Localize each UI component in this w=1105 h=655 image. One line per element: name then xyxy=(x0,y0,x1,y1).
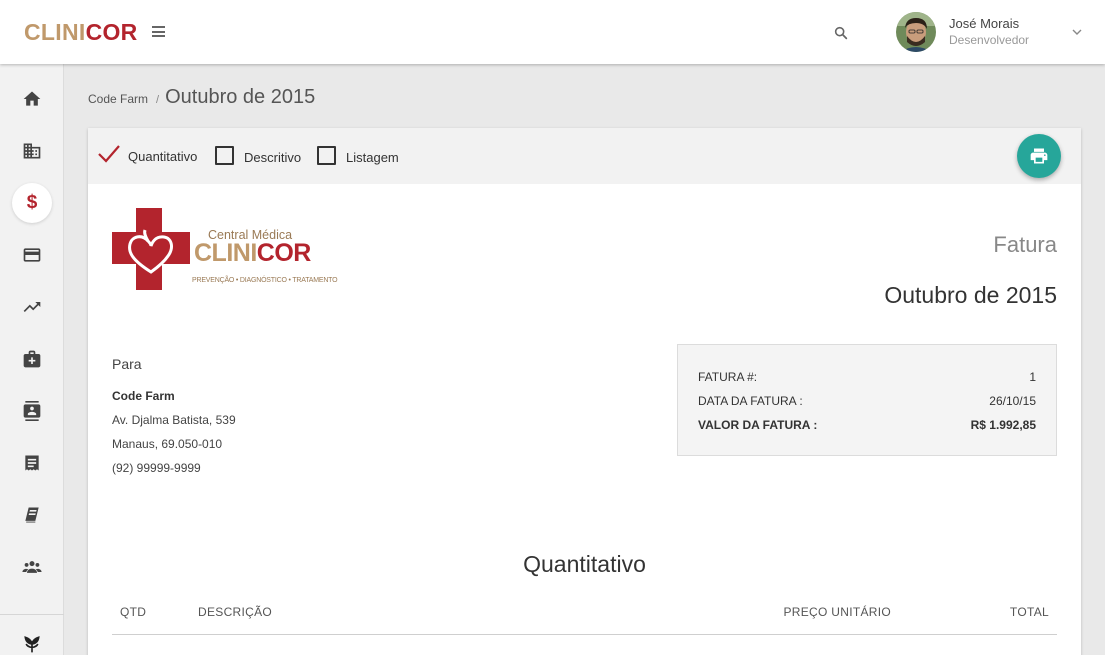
client-phone: (92) 99999-9999 xyxy=(112,461,201,475)
breadcrumb-separator: / xyxy=(156,94,160,106)
sidebar-item-home[interactable] xyxy=(12,79,52,119)
page-title: Outubro de 2015 xyxy=(165,86,316,108)
recipient-label: Para xyxy=(112,356,142,372)
print-icon xyxy=(1030,148,1048,164)
leaf-icon xyxy=(24,636,40,653)
home-icon xyxy=(23,91,41,106)
brand-logo[interactable]: CLINICOR xyxy=(24,19,138,46)
sidebar-item-buildings[interactable] xyxy=(12,131,52,171)
sidebar-item-medical[interactable] xyxy=(12,339,52,379)
summary-row-number: FATURA #: 1 xyxy=(698,370,1036,384)
dollar-icon: $ xyxy=(26,192,38,213)
building-icon xyxy=(23,143,41,159)
user-avatar[interactable] xyxy=(896,12,936,52)
logo-wordmark-part1: CLINI xyxy=(194,239,257,267)
sidebar-item-contacts[interactable] xyxy=(12,391,52,431)
logo-wordmark: CLINICOR xyxy=(194,239,311,268)
option-label: Listagem xyxy=(346,150,399,165)
summary-row-date: DATA DA FATURA : 26/10/15 xyxy=(698,394,1036,408)
sidebar-item-team[interactable] xyxy=(12,547,52,587)
summary-row-total: VALOR DA FATURA : R$ 1.992,85 xyxy=(698,418,1036,432)
logo-tagline: PREVENÇÃO • DIAGNÓSTICO • TRATAMENTO xyxy=(192,277,338,284)
clinic-logo: Central Médica CLINICOR PREVENÇÃO • DIAG… xyxy=(112,208,338,290)
option-label: Quantitativo xyxy=(128,148,198,164)
breadcrumb: Code Farm / Outubro de 2015 xyxy=(88,86,315,109)
sidebar-item-invoices[interactable] xyxy=(12,443,52,483)
receipt-icon xyxy=(25,455,39,471)
sidebar-item-plant[interactable] xyxy=(12,624,52,655)
brand-text-part2: COR xyxy=(85,19,138,45)
checkmark-icon xyxy=(98,145,120,163)
invoice-toolbar: Quantitativo Descritivo Listagem xyxy=(88,128,1081,184)
summary-date-value: 26/10/15 xyxy=(989,394,1036,408)
summary-total-label: VALOR DA FATURA : xyxy=(698,418,818,432)
brand-text-part1: CLINI xyxy=(24,19,86,45)
option-descritivo[interactable]: Descritivo xyxy=(215,146,301,165)
column-header-unit-price: PREÇO UNITÁRIO xyxy=(783,605,891,619)
summary-date-label: DATA DA FATURA : xyxy=(698,394,803,408)
logo-wordmark-part2: COR xyxy=(256,239,312,267)
group-icon xyxy=(22,561,42,573)
sidebar-item-finance[interactable]: $ xyxy=(12,183,52,223)
book-icon xyxy=(25,507,39,523)
user-name[interactable]: José Morais xyxy=(949,16,1019,31)
top-header: CLINICOR José Morais Desenvolvedor xyxy=(0,0,1105,64)
checkbox-unchecked[interactable] xyxy=(215,146,234,165)
invoice-period: Outubro de 2015 xyxy=(884,282,1057,308)
invoice-summary: FATURA #: 1 DATA DA FATURA : 26/10/15 VA… xyxy=(677,344,1057,456)
client-name: Code Farm xyxy=(112,389,175,403)
print-button[interactable] xyxy=(1017,134,1061,178)
invoice-card: Quantitativo Descritivo Listagem Central… xyxy=(88,128,1081,655)
invoice-label: Fatura xyxy=(993,232,1057,257)
sidebar-item-reports[interactable] xyxy=(12,287,52,327)
option-quantitativo[interactable]: Quantitativo xyxy=(98,144,197,164)
checkbox-unchecked[interactable] xyxy=(317,146,336,165)
breadcrumb-parent[interactable]: Code Farm xyxy=(88,92,148,106)
search-icon[interactable] xyxy=(833,25,849,41)
user-role: Desenvolvedor xyxy=(949,33,1030,47)
column-header-total: TOTAL xyxy=(1009,605,1049,619)
client-address: Av. Djalma Batista, 539 xyxy=(112,413,236,427)
credit-card-icon xyxy=(23,248,41,262)
table-header: QTD DESCRIÇÃO PREÇO UNITÁRIO TOTAL xyxy=(112,598,1057,635)
chevron-down-icon[interactable] xyxy=(1071,27,1083,37)
sidebar-nav: $ xyxy=(0,64,64,655)
summary-number-value: 1 xyxy=(1029,370,1036,384)
option-label: Descritivo xyxy=(244,150,302,165)
red-cross-heart-icon xyxy=(112,208,190,290)
client-city: Manaus, 69.050-010 xyxy=(112,437,223,451)
option-listagem[interactable]: Listagem xyxy=(317,146,399,165)
contacts-icon xyxy=(23,401,41,421)
medical-kit-icon xyxy=(23,350,41,368)
summary-number-label: FATURA #: xyxy=(698,370,758,384)
sidebar-item-books[interactable] xyxy=(12,495,52,535)
sidebar-item-payments[interactable] xyxy=(12,235,52,275)
section-title: Quantitativo xyxy=(523,551,646,577)
sidebar-divider xyxy=(0,614,64,615)
column-header-qty: QTD xyxy=(120,605,147,619)
column-header-description: DESCRIÇÃO xyxy=(198,605,273,619)
summary-total-value: R$ 1.992,85 xyxy=(970,418,1036,432)
trending-up-icon xyxy=(23,302,41,312)
menu-toggle-icon[interactable] xyxy=(152,26,165,37)
